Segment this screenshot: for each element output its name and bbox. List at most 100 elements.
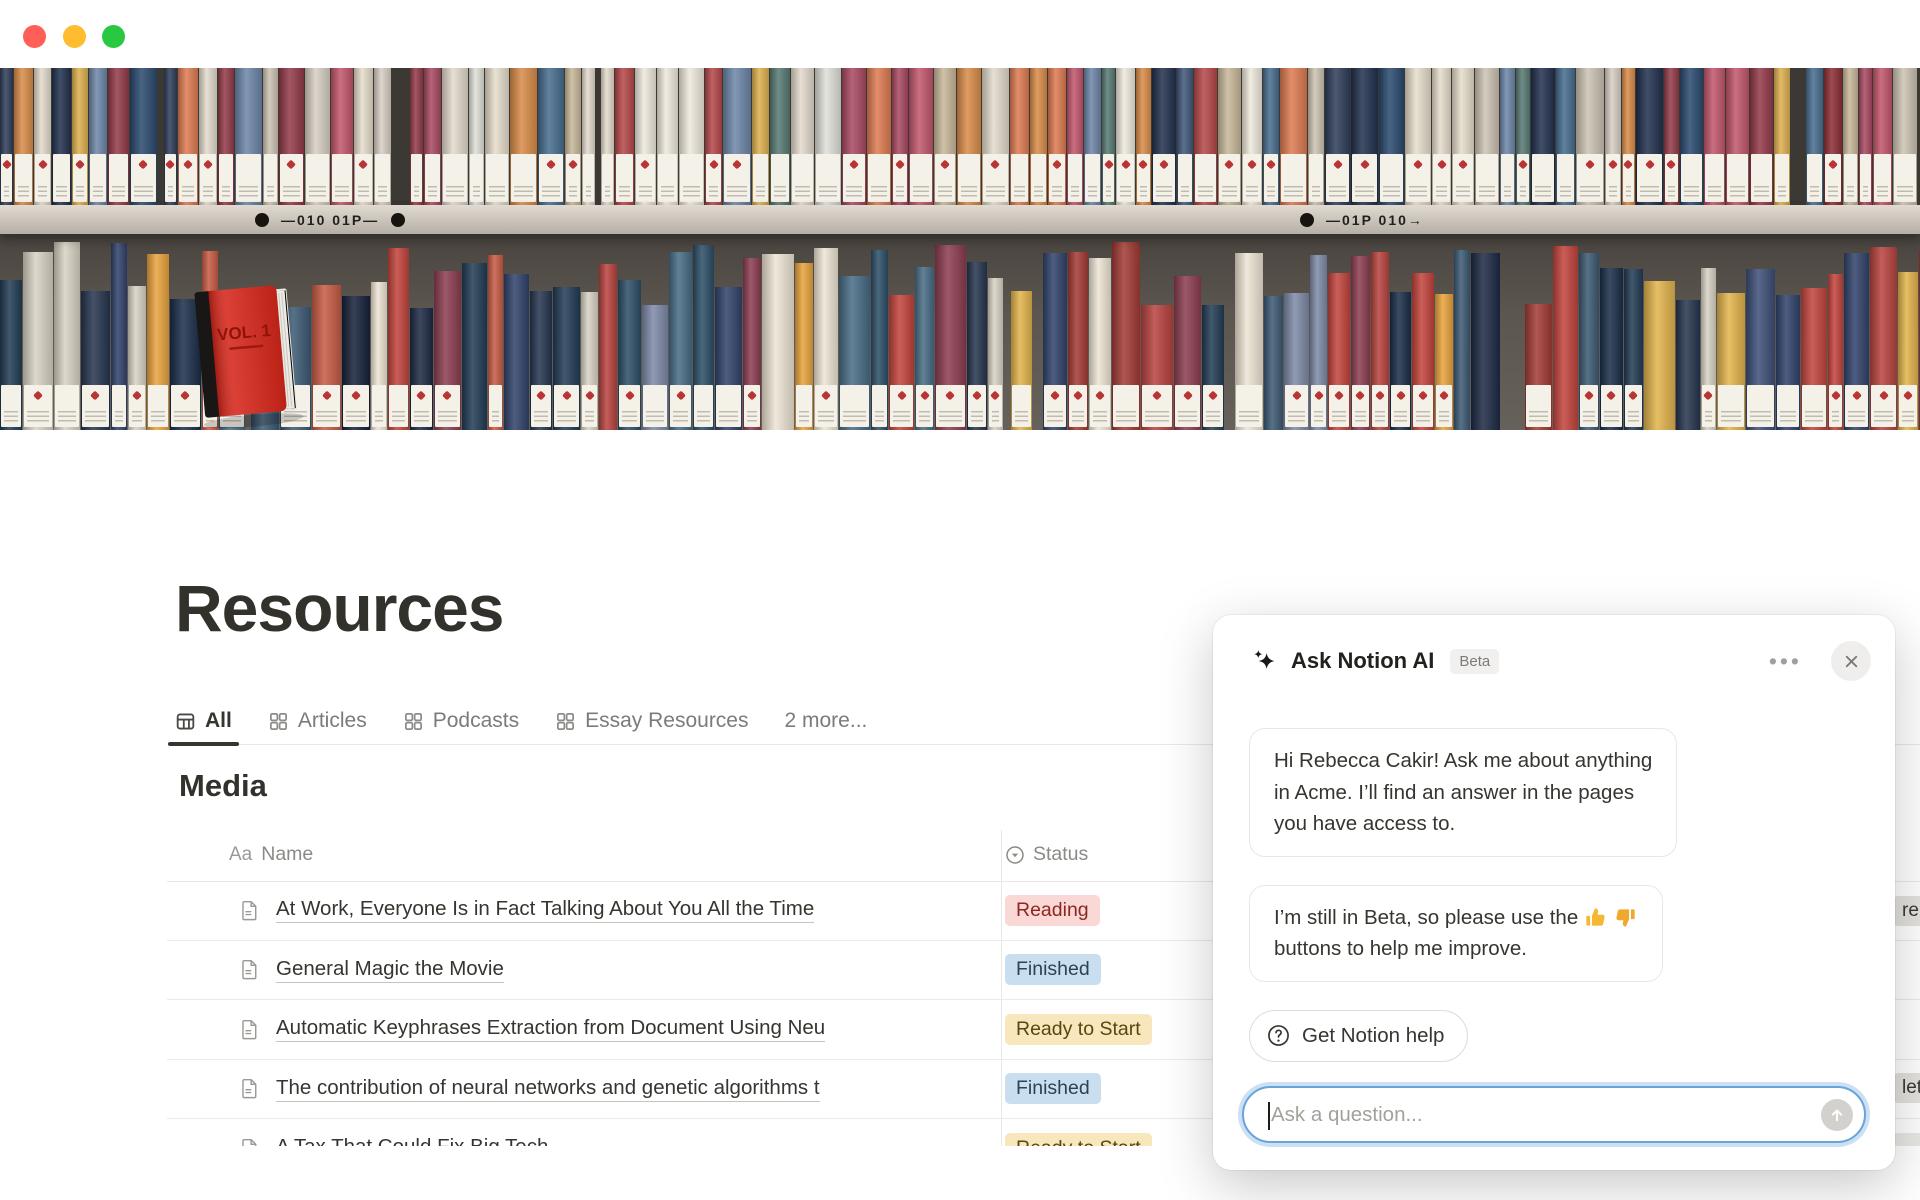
status-badge[interactable]: Finished — [1005, 1073, 1101, 1104]
ai-sparkle-icon — [1250, 647, 1278, 675]
page-icon-red-book-emoji[interactable]: VOL. 1 — [186, 280, 308, 430]
label-text-marks — [1314, 411, 1323, 422]
book-spine — [1405, 68, 1431, 205]
tab-essay-resources[interactable]: Essay Resources — [555, 698, 748, 744]
tab-articles[interactable]: Articles — [268, 698, 367, 744]
book-spine — [0, 280, 22, 430]
label-text-marks — [819, 186, 837, 197]
book-spine — [34, 68, 51, 205]
row-name-link[interactable]: General Magic the Movie — [276, 957, 504, 983]
status-badge[interactable]: Ready to Start — [1005, 1014, 1152, 1045]
status-badge[interactable]: Finished — [1005, 954, 1101, 985]
label-text-marks — [619, 186, 630, 197]
library-label-sticker — [1501, 154, 1514, 202]
label-text-marks — [843, 411, 865, 422]
label-text-marks — [1684, 186, 1699, 197]
status-badge[interactable]: Reading — [1005, 895, 1100, 926]
book-spine — [1553, 246, 1578, 430]
close-ai-panel-button[interactable] — [1831, 641, 1871, 681]
label-text-marks — [375, 411, 383, 422]
label-heart-mark — [38, 160, 48, 170]
row-name-link[interactable]: At Work, Everyone Is in Fact Talking Abo… — [276, 897, 814, 923]
notion-window: —010 01P— —01P 010→ VOL. 1 — [0, 0, 1920, 1200]
book-spine — [762, 254, 793, 430]
label-heart-mark — [1852, 391, 1862, 401]
book-spine — [1644, 281, 1675, 430]
row-name-link[interactable]: Automatic Keyphrases Extraction from Doc… — [276, 1016, 825, 1042]
bookshelf-top-row — [0, 68, 1920, 205]
library-label-sticker — [539, 154, 563, 202]
library-label-sticker — [619, 385, 640, 427]
label-text-marks — [992, 411, 999, 422]
label-text-marks — [1560, 186, 1572, 197]
edge-clipped-tag[interactable]: let — [1893, 1073, 1920, 1103]
label-heart-mark — [568, 160, 578, 170]
label-text-marks — [622, 411, 637, 422]
book-spine — [615, 68, 634, 205]
label-text-marks — [1239, 411, 1260, 422]
zoom-window-button[interactable] — [102, 25, 125, 48]
row-name-link[interactable]: A Tax That Could Fix Big Tech — [276, 1135, 548, 1146]
shelf-peg-dot — [391, 213, 405, 227]
label-text-marks — [4, 186, 9, 197]
library-label-sticker — [602, 154, 614, 202]
library-label-sticker — [643, 385, 667, 427]
ask-question-input[interactable] — [1244, 1088, 1864, 1141]
library-label-sticker — [511, 154, 536, 202]
label-text-marks — [1120, 186, 1131, 197]
library-label-sticker — [179, 154, 197, 202]
send-question-button[interactable] — [1821, 1099, 1853, 1131]
library-label-sticker — [1391, 385, 1410, 427]
label-text-marks — [76, 186, 85, 197]
library-label-sticker — [1326, 154, 1350, 202]
get-notion-help-button[interactable]: Get Notion help — [1249, 1010, 1468, 1062]
library-label-sticker — [680, 154, 703, 202]
label-text-marks — [239, 186, 258, 197]
library-label-sticker — [916, 385, 933, 427]
label-text-marks — [1668, 186, 1675, 197]
library-label-sticker — [1526, 385, 1551, 427]
minimize-window-button[interactable] — [63, 25, 86, 48]
label-heart-mark — [1437, 160, 1447, 170]
library-label-sticker — [1580, 385, 1598, 427]
label-text-marks — [1520, 186, 1526, 197]
tabs-more-button[interactable]: 2 more... — [785, 709, 868, 733]
label-text-marks — [557, 411, 576, 422]
book-spine — [599, 264, 617, 430]
library-label-sticker — [1012, 385, 1031, 427]
label-heart-mark — [732, 160, 742, 170]
close-window-button[interactable] — [23, 25, 46, 48]
library-label-sticker — [1807, 154, 1822, 202]
tab-podcasts[interactable]: Podcasts — [403, 698, 519, 744]
library-label-sticker — [1453, 154, 1473, 202]
tab-all[interactable]: All — [175, 698, 232, 744]
row-name-link[interactable]: The contribution of neural networks and … — [276, 1076, 820, 1102]
edge-clipped-tag[interactable]: re — [1893, 896, 1920, 926]
label-text-marks — [727, 186, 747, 197]
book-spine — [1898, 272, 1917, 430]
book-spine — [312, 285, 341, 430]
book-spine — [1263, 68, 1280, 205]
library-label-sticker — [55, 385, 78, 427]
label-text-marks — [673, 411, 687, 422]
library-label-sticker — [1031, 154, 1046, 202]
book-spine — [957, 68, 981, 205]
library-label-sticker — [489, 385, 502, 427]
status-badge[interactable]: Ready to Start — [1005, 1133, 1152, 1146]
book-spine — [1202, 305, 1224, 430]
column-header-name[interactable]: Aa Name — [229, 843, 313, 866]
label-text-marks — [1721, 411, 1741, 422]
edge-clipped-tag[interactable] — [1893, 1133, 1920, 1146]
column-header-status[interactable]: Status — [1005, 843, 1088, 866]
library-label-sticker — [219, 154, 233, 202]
label-text-marks — [438, 411, 457, 422]
book-spine — [1371, 252, 1389, 430]
label-text-marks — [1847, 186, 1854, 197]
label-text-marks — [414, 186, 419, 197]
library-label-sticker — [815, 385, 838, 427]
more-options-button[interactable]: ••• — [1769, 648, 1802, 675]
library-label-sticker — [1802, 385, 1826, 427]
library-label-sticker — [1285, 385, 1308, 427]
label-heart-mark — [1247, 160, 1257, 170]
book-spine — [1112, 242, 1140, 430]
